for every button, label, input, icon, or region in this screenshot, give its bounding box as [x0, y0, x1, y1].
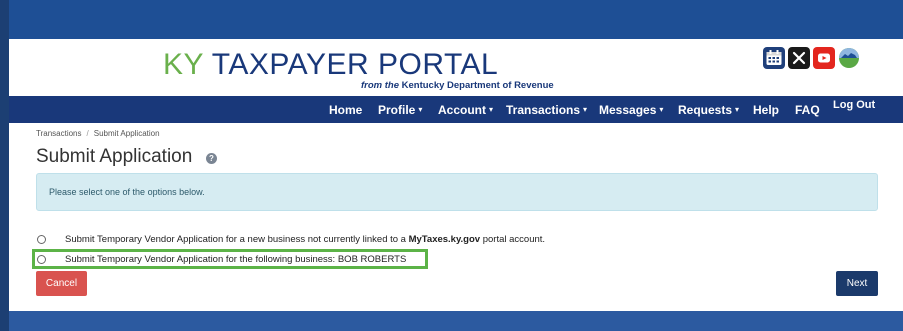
logo-subtitle-text: Kentucky Department of Revenue — [399, 80, 554, 91]
breadcrumb-separator: / — [86, 129, 89, 138]
nav-profile[interactable]: Profile ▾ — [378, 96, 422, 123]
youtube-icon[interactable] — [813, 47, 835, 69]
chevron-down-icon: ▾ — [659, 105, 664, 114]
nav-home[interactable]: Home — [329, 96, 362, 123]
chevron-down-icon: ▾ — [583, 105, 588, 114]
next-button[interactable]: Next — [836, 271, 878, 296]
logo-title: KY TAXPAYER PORTAL — [163, 48, 498, 82]
cancel-button[interactable]: Cancel — [36, 271, 87, 296]
footer-bar — [9, 311, 903, 331]
calendar-icon[interactable] — [763, 47, 785, 69]
breadcrumb-transactions[interactable]: Transactions — [36, 129, 82, 138]
chevron-down-icon: ▾ — [735, 105, 740, 114]
selection-highlight-box — [32, 249, 428, 269]
alert-text: Please select one of the options below. — [49, 187, 205, 197]
info-alert: Please select one of the options below. — [36, 173, 878, 211]
top-bar — [9, 0, 903, 39]
nav-faq-label: FAQ — [795, 102, 820, 117]
logo-subtitle-italic: from the — [361, 80, 399, 91]
nav-transactions[interactable]: Transactions ▾ — [506, 96, 587, 123]
nav-messages[interactable]: Messages ▾ — [599, 96, 663, 123]
page-title: Submit Application — [36, 146, 193, 167]
option1-text-prefix: Submit Temporary Vendor Application for … — [65, 233, 409, 245]
nav-faq[interactable]: FAQ — [795, 96, 820, 123]
logo-subtitle: from the Kentucky Department of Revenue — [361, 80, 554, 91]
breadcrumb: Transactions / Submit Application — [36, 129, 160, 138]
chevron-down-icon: ▾ — [418, 105, 423, 114]
nav-account-label: Account — [438, 102, 486, 117]
nav-messages-label: Messages — [599, 102, 657, 117]
social-icons — [763, 47, 860, 69]
logo-ky-text: KY — [163, 48, 204, 81]
nav-transactions-label: Transactions — [506, 102, 581, 117]
nav-requests-label: Requests — [678, 102, 733, 117]
question-icon[interactable]: ? — [206, 153, 217, 164]
nav-logout-label: Log Out — [833, 99, 876, 111]
x-icon[interactable] — [788, 47, 810, 69]
chevron-down-icon: ▾ — [489, 105, 494, 114]
portal-logo[interactable]: KY TAXPAYER PORTAL from the Kentucky Dep… — [163, 48, 554, 91]
left-frame — [0, 0, 9, 331]
nav-profile-label: Profile — [378, 102, 416, 117]
option1-text-bold: MyTaxes.ky.gov — [408, 233, 481, 245]
nav-help[interactable]: Help — [753, 96, 779, 123]
nav-requests[interactable]: Requests ▾ — [678, 96, 739, 123]
nav-home-label: Home — [329, 102, 363, 117]
option1-text-suffix: portal account. — [480, 233, 546, 245]
header-banner: KY TAXPAYER PORTAL from the Kentucky Dep… — [9, 39, 903, 96]
option-new-business-label[interactable]: Submit Temporary Vendor Application for … — [65, 234, 545, 245]
breadcrumb-current: Submit Application — [93, 129, 160, 138]
nav-help-label: Help — [753, 102, 780, 117]
nav-logout[interactable]: Log Out — [833, 96, 875, 114]
main-navbar: Home Profile ▾ Account ▾ Transactions ▾ Mes… — [9, 96, 903, 123]
kentucky-icon[interactable] — [838, 47, 860, 69]
nav-account[interactable]: Account ▾ — [438, 96, 493, 123]
radio-new-business[interactable] — [37, 234, 46, 244]
logo-portal-text: TAXPAYER PORTAL — [203, 48, 499, 81]
option-new-business: Submit Temporary Vendor Application for … — [37, 232, 545, 246]
